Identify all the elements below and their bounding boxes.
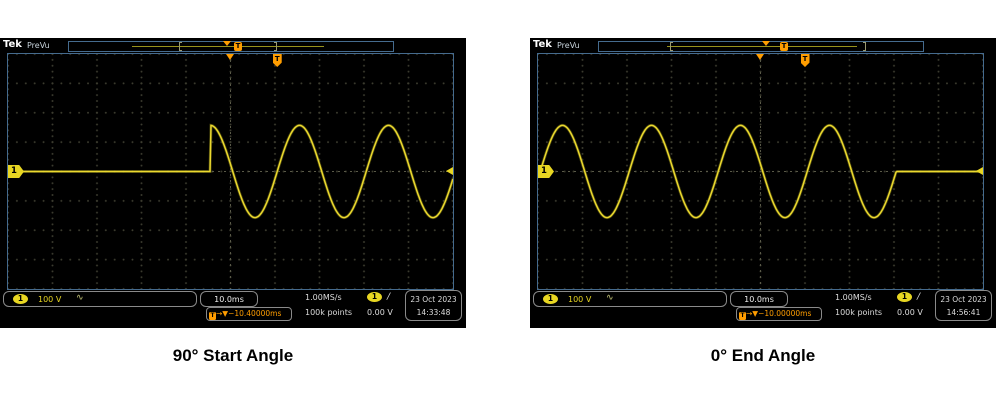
delay-prefix: →▼ [746,309,758,318]
readout-bar: 1 100 V ∿ 10.0ms T→▼−10.40000ms 1.00MS/s… [0,290,466,326]
timebase-readout: 10.0ms [200,291,258,307]
window-bracket-right-icon [274,42,277,51]
readout-bar: 1 100 V ∿ 10.0ms T→▼−10.00000ms 1.00MS/s… [530,290,996,326]
date-label: 23 Oct 2023 [406,293,461,306]
record-waveform-line [132,46,324,47]
datetime-readout: 23 Oct 2023 14:56:41 [935,290,992,321]
coupling-icon: ∿ [606,293,614,303]
delay-value: −10.00000ms [758,309,811,318]
graticule: T 1 [537,53,984,290]
window-bracket-left-icon [179,42,182,51]
trigger-delay-readout: T→▼−10.40000ms [206,307,292,321]
trigger-level-arrow-icon [446,167,453,175]
channel1-badge: 1 [543,294,558,304]
trigger-source-readout: 1/ [367,292,390,302]
datetime-readout: 23 Oct 2023 14:33:48 [405,290,462,321]
coupling-icon: ∿ [76,293,84,303]
window-bracket-right-icon [863,42,866,51]
sample-rate-readout: 1.00MS/s [305,293,342,302]
date-label: 23 Oct 2023 [936,293,991,306]
oscilloscope-capture-left: Tek PreVu T T 1 1 100 V ∿ 10.0ms T→▼−10.… [0,38,466,328]
trigger-delay-readout: T→▼−10.00000ms [736,307,822,321]
waveform-trace [8,54,453,289]
tek-logo: Tek [533,39,552,50]
record-length-readout: 100k points [835,308,882,317]
channel1-readout: 1 100 V ∿ [533,291,727,307]
expansion-marker-icon [223,41,231,46]
trigger-level-arrow-icon [976,167,983,175]
caption-right: 0° End Angle [530,346,996,366]
tek-logo: Tek [3,39,22,50]
expansion-point-icon [226,54,234,60]
channel1-badge: 1 [13,294,28,304]
graticule: T 1 [7,53,454,290]
trigger-source-badge: 1 [897,292,912,302]
acquisition-mode-label: PreVu [27,41,50,50]
channel1-scale: 100 V [38,295,61,304]
trigger-source-readout: 1/ [897,292,920,302]
waveform-trace [538,54,983,289]
oscilloscope-capture-right: Tek PreVu T T 1 1 100 V ∿ 10.0ms T→▼−10.… [530,38,996,328]
trigger-t-icon: T [234,42,242,51]
trigger-t-icon: T [739,312,746,320]
trigger-level-readout: 0.00 V [367,308,393,317]
time-label: 14:33:48 [406,306,461,319]
expansion-marker-icon [762,41,770,46]
record-view-bar: T [598,41,924,52]
trigger-source-badge: 1 [367,292,382,302]
sample-rate-readout: 1.00MS/s [835,293,872,302]
caption-left: 90° Start Angle [0,346,466,366]
channel1-scale: 100 V [568,295,591,304]
record-length-readout: 100k points [305,308,352,317]
record-waveform-line [667,46,857,47]
delay-value: −10.40000ms [228,309,281,318]
expansion-point-icon [756,54,764,60]
record-view-bar: T [68,41,394,52]
delay-prefix: →▼ [216,309,228,318]
trigger-slope-icon: / [387,292,390,302]
trigger-t-icon: T [780,42,788,51]
trigger-level-readout: 0.00 V [897,308,923,317]
trigger-slope-icon: / [917,292,920,302]
trigger-t-icon: T [209,312,216,320]
time-label: 14:56:41 [936,306,991,319]
window-bracket-left-icon [670,42,673,51]
acquisition-mode-label: PreVu [557,41,580,50]
timebase-readout: 10.0ms [730,291,788,307]
channel1-readout: 1 100 V ∿ [3,291,197,307]
